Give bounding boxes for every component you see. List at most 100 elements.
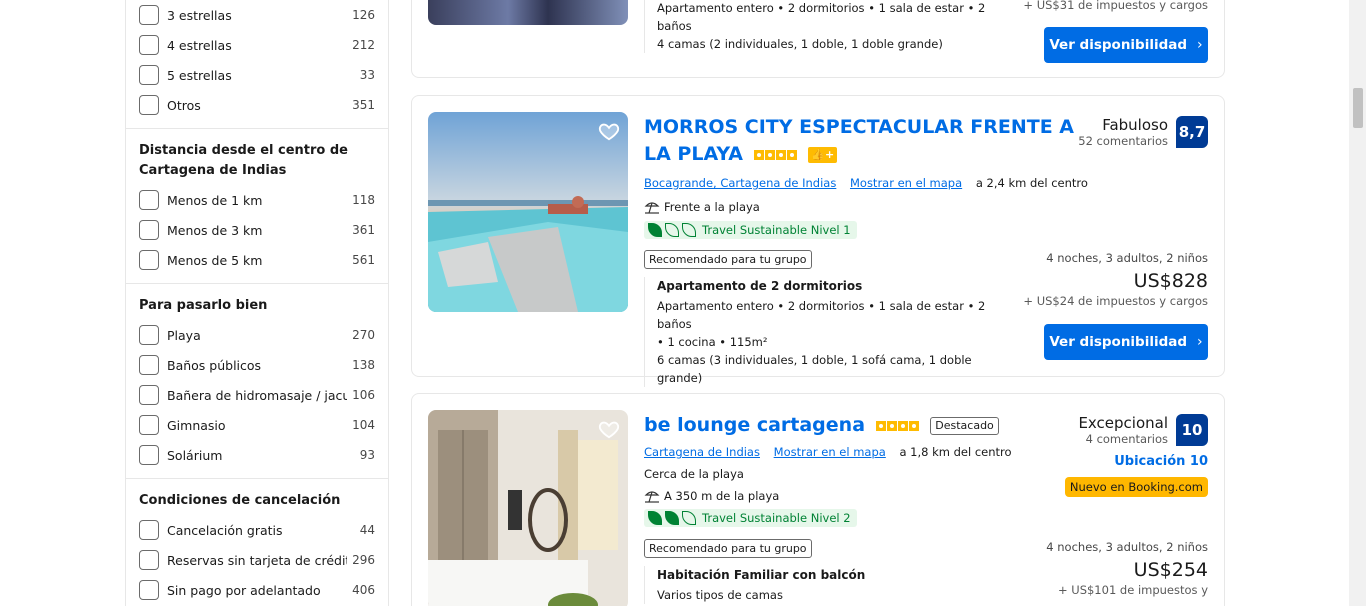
unit-name: Apartamento de 2 dormitorios	[657, 279, 863, 293]
location-link[interactable]: Bocagrande, Cartagena de Indias	[644, 176, 836, 190]
checkbox[interactable]	[139, 445, 159, 465]
filter-label: Baños públicos	[167, 357, 262, 373]
filter-label: Menos de 3 km	[167, 222, 263, 238]
filter-count: 561	[352, 253, 375, 267]
filter-label: Reservas sin tarjeta de crédito	[167, 552, 347, 568]
filter-option[interactable]: 4 estrellas 212	[139, 30, 375, 60]
property-title[interactable]: MORROS CITY ESPECTACULAR FRENTE A LA PLA…	[644, 114, 1084, 168]
filter-label: Gimnasio	[167, 417, 226, 433]
checkbox[interactable]	[139, 580, 159, 600]
filter-group-distance: Distancia desde el centro de Cartagena d…	[126, 129, 388, 284]
filter-group-title: Condiciones de cancelación	[139, 493, 341, 508]
star-icon	[897, 420, 908, 431]
scrollbar-thumb[interactable]	[1353, 88, 1363, 128]
review-word: Fabuloso	[1102, 116, 1168, 134]
unit-details: Habitación Familiar con balcón Varios ti…	[644, 566, 1004, 604]
price: US$828	[1133, 270, 1208, 292]
unit-beds: 6 camas (3 individuales, 1 doble, 1 sofá…	[657, 353, 972, 385]
filter-option[interactable]: Bañera de hidromasaje / jacuzzi 106	[139, 380, 375, 410]
checkbox[interactable]	[139, 325, 159, 345]
filter-label: Menos de 1 km	[167, 192, 263, 208]
checkbox[interactable]	[139, 65, 159, 85]
sustainability-badge[interactable]: Travel Sustainable Nivel 1	[644, 221, 857, 239]
unit-config-2: • 1 cocina • 115m²	[657, 335, 768, 349]
star-icon	[886, 420, 897, 431]
show-map-link[interactable]: Mostrar en el mapa	[774, 445, 886, 459]
show-map-link[interactable]: Mostrar en el mapa	[850, 176, 962, 190]
filter-option[interactable]: Reservas sin tarjeta de crédito 296	[139, 545, 375, 575]
scrollbar[interactable]	[1349, 0, 1366, 606]
filter-option[interactable]: Menos de 5 km 561	[139, 245, 375, 275]
review-score-block[interactable]: Fabuloso 52 comentarios 8,7	[1078, 116, 1208, 148]
checkbox[interactable]	[139, 35, 159, 55]
checkbox[interactable]	[139, 95, 159, 115]
leaf-icon	[682, 511, 696, 525]
filter-option[interactable]: Sin pago por adelantado 406	[139, 575, 375, 605]
availability-button[interactable]: Ver disponibilidad ›	[1044, 27, 1208, 63]
review-score-block[interactable]: Excepcional 4 comentarios 10	[1078, 414, 1208, 446]
location-link[interactable]: Cartagena de Indias	[644, 445, 760, 459]
availability-button[interactable]: Ver disponibilidad ›	[1044, 324, 1208, 360]
unit-beds: 4 camas (2 individuales, 1 doble, 1 dobl…	[657, 37, 943, 51]
checkbox[interactable]	[139, 5, 159, 25]
heart-icon[interactable]	[598, 120, 620, 142]
property-title-text[interactable]: MORROS CITY ESPECTACULAR FRENTE A LA PLA…	[644, 116, 1074, 165]
star-icon	[753, 149, 764, 160]
new-on-booking-badge: Nuevo en Booking.com	[1064, 477, 1208, 497]
filter-option[interactable]: Baños públicos 138	[139, 350, 375, 380]
star-icon	[875, 420, 886, 431]
star-icon	[775, 149, 786, 160]
leaf-icon	[648, 223, 662, 237]
filter-count: 33	[359, 68, 375, 82]
filter-label: Solárium	[167, 447, 223, 463]
property-card: MORROS CITY ESPECTACULAR FRENTE A LA PLA…	[411, 95, 1225, 387]
filter-option[interactable]: Solárium 93	[139, 440, 375, 470]
filter-option[interactable]: Playa 270	[139, 320, 375, 350]
filter-group-title: Distancia desde el centro de Cartagena d…	[139, 143, 348, 178]
chevron-right-icon: ›	[1197, 37, 1203, 53]
filter-label: Playa	[167, 327, 201, 343]
checkbox[interactable]	[139, 550, 159, 570]
property-photo[interactable]	[428, 410, 628, 606]
taxes-text: + US$101 de impuestos y	[1057, 583, 1208, 597]
leaf-icon	[665, 223, 679, 237]
property-photo[interactable]	[428, 112, 628, 312]
filter-option[interactable]: Menos de 3 km 361	[139, 215, 375, 245]
location-score: Ubicación 10	[1114, 454, 1208, 469]
filter-option[interactable]: 3 estrellas 126	[139, 0, 375, 30]
checkbox[interactable]	[139, 220, 159, 240]
filter-label: Otros	[167, 97, 201, 113]
recommended-badge: Recomendado para tu grupo	[644, 539, 812, 558]
filter-option[interactable]: Cancelación gratis 44	[139, 515, 375, 545]
filter-count: 93	[359, 448, 375, 462]
button-label: Ver disponibilidad	[1049, 37, 1188, 53]
filter-option[interactable]: Gimnasio 104	[139, 410, 375, 440]
property-title[interactable]: be lounge cartagena Destacado	[644, 412, 1084, 439]
checkbox[interactable]	[139, 355, 159, 375]
sustainability-badge[interactable]: Travel Sustainable Nivel 2	[644, 509, 857, 527]
leaf-icon	[682, 223, 696, 237]
filter-label: Sin pago por adelantado	[167, 582, 321, 598]
property-photo[interactable]	[428, 0, 628, 25]
review-word: Excepcional	[1078, 414, 1168, 432]
checkbox[interactable]	[139, 190, 159, 210]
checkbox[interactable]	[139, 250, 159, 270]
recommended-badge: Recomendado para tu grupo	[644, 250, 812, 269]
filter-option[interactable]: Otros 351	[139, 90, 375, 120]
near-beach-text: Cerca de la playa	[644, 467, 744, 481]
filter-label: Cancelación gratis	[167, 522, 283, 538]
filters-sidebar: 3 estrellas 126 4 estrellas 212 5 estrella…	[125, 0, 389, 606]
checkbox[interactable]	[139, 385, 159, 405]
chevron-right-icon: ›	[1197, 334, 1203, 350]
filter-count: 351	[352, 98, 375, 112]
filter-group-stars: 3 estrellas 126 4 estrellas 212 5 estrella…	[126, 0, 388, 129]
taxes-text: + US$24 de impuestos y cargos	[1023, 294, 1208, 308]
checkbox[interactable]	[139, 415, 159, 435]
checkbox[interactable]	[139, 520, 159, 540]
heart-icon[interactable]	[598, 418, 620, 440]
filter-label: Bañera de hidromasaje / jacuzzi	[167, 387, 347, 403]
property-title-text[interactable]: be lounge cartagena	[644, 414, 865, 436]
filter-option[interactable]: Menos de 1 km 118	[139, 185, 375, 215]
filter-option[interactable]: 5 estrellas 33	[139, 60, 375, 90]
pool-photo-image	[428, 112, 628, 312]
